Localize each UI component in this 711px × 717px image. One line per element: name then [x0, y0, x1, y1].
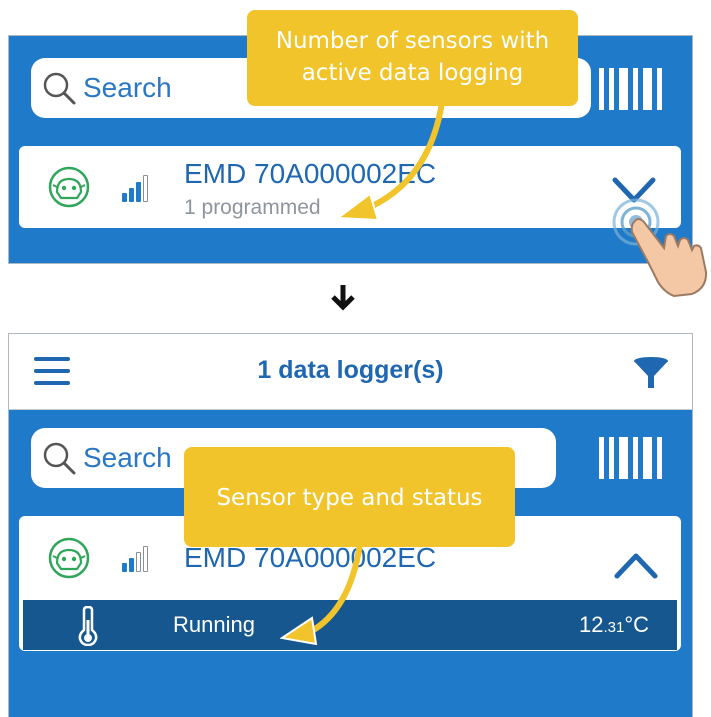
signal-strength-icon: [122, 172, 148, 202]
signal-strength-icon: [122, 546, 148, 572]
search-placeholder: Search: [83, 72, 172, 103]
thermometer-icon: [78, 606, 98, 646]
callout-sensor-status: Sensor type and status: [184, 447, 515, 547]
sensor-status: Running: [173, 612, 255, 637]
app-bar: 1 data logger(s): [9, 334, 692, 410]
search-icon: [43, 442, 76, 475]
robot-icon: [48, 166, 90, 208]
filter-icon[interactable]: [632, 356, 670, 390]
barcode-scan-icon[interactable]: [599, 437, 662, 479]
callout-active-logging: Number of sensors with active data loggi…: [247, 10, 578, 106]
page-title: 1 data logger(s): [257, 356, 444, 384]
chevron-up-icon[interactable]: [613, 552, 659, 580]
arrow-down-icon: [331, 285, 355, 311]
barcode-scan-icon[interactable]: [599, 68, 662, 110]
tap-hand-icon: [612, 198, 708, 297]
robot-icon: [48, 537, 90, 579]
sensor-temperature: 12.31°C: [578, 612, 649, 637]
search-placeholder: Search: [83, 442, 172, 473]
callout-arrow: [280, 543, 363, 645]
callout-arrow: [335, 101, 445, 222]
search-icon: [43, 72, 76, 105]
device-programmed-count: 1 programmed: [184, 196, 321, 219]
